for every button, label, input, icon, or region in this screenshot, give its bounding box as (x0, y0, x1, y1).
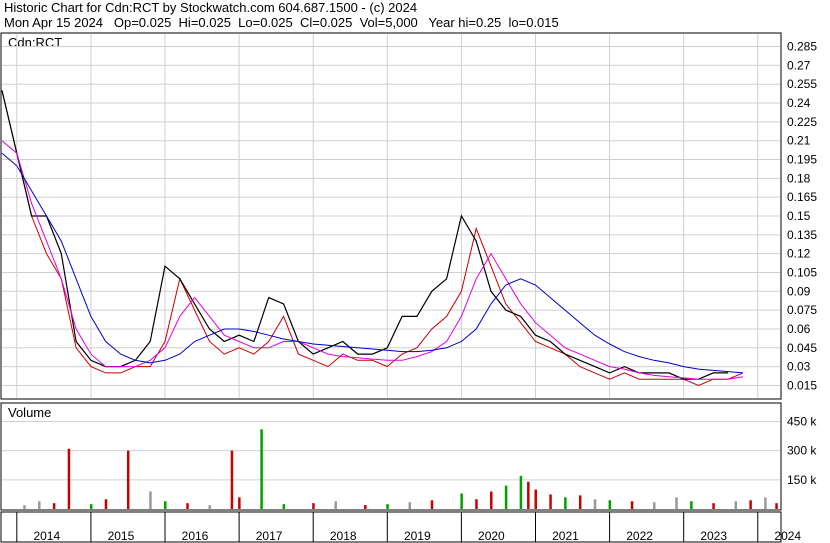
price-tick-label: 0.06 (787, 322, 811, 336)
volume-bar (460, 493, 463, 509)
price-tick-label: 0.15 (787, 209, 811, 223)
volume-bar (775, 503, 778, 509)
volume-bar (52, 503, 56, 509)
volume-tick-label: 450 k (787, 415, 817, 429)
volume-bar (334, 501, 337, 509)
volume-bar (104, 499, 108, 509)
volume-bar (534, 489, 537, 509)
volume-bar (164, 501, 167, 509)
price-tick-label: 0.24 (787, 96, 811, 110)
price-tick-label: 0.21 (787, 134, 811, 148)
volume-bar (734, 501, 738, 509)
year-label: 2022 (626, 529, 653, 543)
volume-bar (712, 503, 715, 509)
year-label: 2017 (256, 529, 283, 543)
price-tick-label: 0.255 (787, 77, 817, 91)
price-tick-label: 0.045 (787, 341, 817, 355)
price-tick-label: 0.015 (787, 378, 817, 392)
year-label: 2024 (774, 529, 801, 543)
volume-bar (630, 501, 634, 509)
price-tick-label: 0.165 (787, 190, 817, 204)
price-tick-label: 0.18 (787, 171, 811, 185)
price-tick-label: 0.09 (787, 284, 811, 298)
volume-bar (578, 495, 582, 509)
volume-bar (208, 505, 211, 509)
price-tick-label: 0.225 (787, 115, 817, 129)
year-label: 2016 (182, 529, 209, 543)
volume-bar (282, 504, 286, 509)
volume-bar (764, 497, 767, 509)
year-label: 2019 (404, 529, 431, 543)
year-label: 2023 (700, 529, 727, 543)
volume-bar (564, 497, 567, 509)
volume-bar (675, 497, 678, 509)
volume-bar (89, 504, 93, 509)
volume-bar (149, 491, 152, 509)
price-tick-label: 0.03 (787, 360, 811, 374)
volume-bar (490, 491, 493, 509)
volume-bar (312, 503, 315, 509)
price-tick-label: 0.12 (787, 247, 811, 261)
price-tick-label: 0.195 (787, 153, 817, 167)
volume-bar (408, 502, 412, 509)
price-axis-ticks: 0.285 0.27 0.255 0.24 0.225 0.21 0.195 0.18 0.16… (787, 40, 817, 393)
volume-bar (653, 502, 656, 509)
volume-bar (519, 475, 523, 509)
price-grid (2, 46, 780, 386)
price-tick-label: 0.075 (787, 303, 817, 317)
volume-tick-label: 150 k (787, 473, 817, 487)
volume-panel-frame (0, 402, 782, 511)
year-label: 2014 (33, 529, 60, 543)
time-axis-ticks: 2014 2015 2016 2017 2018 2019 2020 2021 2022 2023… (16, 34, 801, 543)
series-line-moving-average-long (1, 152, 744, 374)
volume-bar (593, 499, 597, 509)
volume-bar (238, 497, 241, 509)
price-tick-label: 0.27 (787, 58, 811, 72)
volume-bar (386, 504, 389, 509)
volume-bar (608, 500, 612, 509)
volume-bar (260, 429, 263, 509)
chart-window: Historic Chart for Cdn:RCT by Stockwatch… (0, 0, 830, 543)
volume-bar (527, 481, 530, 509)
volume-bar (504, 485, 508, 509)
price-tick-label: 0.105 (787, 265, 817, 279)
volume-bar (364, 505, 367, 509)
volume-bar (475, 499, 478, 509)
volume-bar (549, 494, 552, 509)
series-line-close (1, 90, 744, 386)
volume-panel-title: Volume (8, 405, 51, 420)
volume-bar (230, 450, 234, 509)
price-tick-label: 0.285 (787, 40, 817, 54)
volume-tick-label: 300 k (787, 444, 817, 458)
volume-bar (126, 450, 130, 509)
series-line-moving-average-short (1, 140, 744, 380)
volume-bar (430, 500, 434, 509)
volume-bar (186, 503, 189, 509)
year-label: 2018 (330, 529, 357, 543)
year-label: 2021 (552, 529, 579, 543)
price-series (1, 90, 744, 386)
price-panel-title: Cdn:RCT (8, 35, 62, 50)
volume-bars (23, 429, 778, 509)
volume-bar (690, 501, 693, 509)
year-label: 2020 (478, 529, 505, 543)
volume-bar (749, 500, 752, 509)
price-tick-label: 0.135 (787, 228, 817, 242)
volume-bar (23, 505, 26, 509)
year-label: 2015 (108, 529, 135, 543)
volume-axis-ticks: 450 k 300 k 150 k (2, 415, 817, 487)
price-volume-chart: Cdn:RCT Volume 0.2850.270.2550.240.2250.… (0, 32, 817, 543)
volume-bar (38, 501, 41, 509)
volume-bar (67, 448, 71, 509)
